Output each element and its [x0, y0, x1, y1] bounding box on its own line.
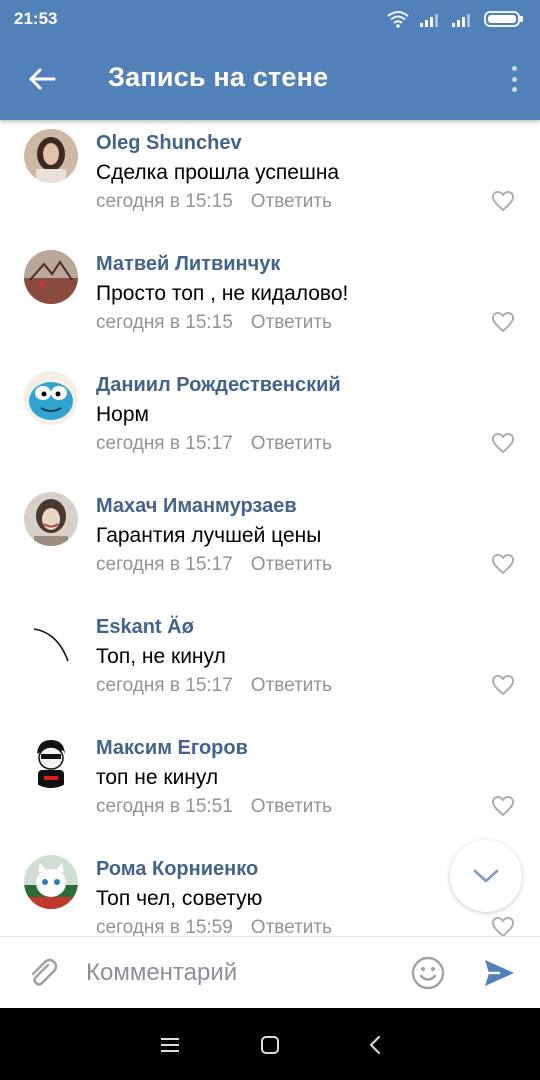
- comment-time: сегодня в 15:59: [96, 917, 233, 936]
- system-back-button[interactable]: [360, 1030, 390, 1060]
- heart-icon[interactable]: [491, 311, 515, 333]
- comment-author[interactable]: Матвей Литвинчук: [96, 253, 280, 276]
- avatar[interactable]: [24, 129, 78, 183]
- comment-input[interactable]: [86, 953, 386, 993]
- signal-icon: [420, 11, 442, 27]
- reply-button[interactable]: Ответить: [251, 675, 332, 696]
- more-options-button[interactable]: [506, 62, 522, 96]
- emoji-icon[interactable]: [411, 956, 445, 990]
- comment-time: сегодня в 15:17: [96, 554, 233, 575]
- avatar[interactable]: [24, 855, 78, 909]
- comment-author[interactable]: Oleg Shunchev: [96, 132, 242, 155]
- comment-meta: сегодня в 15:59 Ответить: [96, 917, 332, 936]
- menu-button[interactable]: [155, 1030, 185, 1060]
- avatar[interactable]: [24, 492, 78, 546]
- comment-meta: сегодня в 15:15 Ответить: [96, 312, 332, 334]
- reply-button[interactable]: Ответить: [251, 312, 332, 333]
- paperclip-icon[interactable]: [24, 955, 60, 991]
- scroll-down-button[interactable]: [450, 840, 522, 912]
- back-arrow-icon: [29, 68, 56, 90]
- comment-meta: сегодня в 15:17 Ответить: [96, 554, 332, 576]
- comment-meta: сегодня в 15:17 Ответить: [96, 433, 332, 455]
- comment-time: сегодня в 15:15: [96, 191, 233, 212]
- signal-icon: [452, 11, 474, 27]
- comment-text: Топ чел, советую: [96, 887, 263, 910]
- avatar[interactable]: [24, 613, 78, 667]
- heart-icon[interactable]: [491, 795, 515, 817]
- page-title: Запись на стене: [108, 62, 329, 92]
- comment-item: Матвей Литвинчук Просто топ , не кидалов…: [0, 241, 540, 362]
- comment-time: сегодня в 15:15: [96, 312, 233, 333]
- heart-icon[interactable]: [491, 432, 515, 454]
- chevron-down-icon: [473, 869, 499, 883]
- comment-meta: сегодня в 15:15 Ответить: [96, 191, 332, 213]
- menu-icon: [161, 1038, 179, 1052]
- comment-item: Даниил Рождественский Норм сегодня в 15:…: [0, 362, 540, 483]
- back-chevron-icon: [370, 1036, 380, 1054]
- comment-author[interactable]: Максим Егоров: [96, 737, 248, 760]
- reply-button[interactable]: Ответить: [251, 554, 332, 575]
- comment-text: Гарантия лучшей цены: [96, 524, 322, 547]
- comment-item: Eskant Äø Топ, не кинул сегодня в 15:17 О…: [0, 604, 540, 725]
- home-square-icon: [261, 1036, 279, 1054]
- comment-text: Просто топ , не кидалово!: [96, 282, 349, 305]
- comment-text: Норм: [96, 403, 149, 426]
- status-time: 21:53: [14, 9, 58, 28]
- comment-time: сегодня в 15:17: [96, 433, 233, 454]
- back-button[interactable]: [22, 59, 62, 99]
- comment-time: сегодня в 15:51: [96, 796, 233, 817]
- comment-meta: сегодня в 15:51 Ответить: [96, 796, 332, 818]
- comment-time: сегодня в 15:17: [96, 675, 233, 696]
- wifi-icon: [386, 10, 410, 28]
- status-icons: [386, 9, 524, 29]
- app-bar: Запись на стене: [0, 38, 540, 120]
- comment-text: топ не кинул: [96, 766, 219, 789]
- comment-text: Топ, не кинул: [96, 645, 226, 668]
- comment-item: Oleg Shunchev Сделка прошла успешна сего…: [0, 120, 540, 241]
- reply-button[interactable]: Ответить: [251, 917, 332, 936]
- avatar[interactable]: [24, 371, 78, 425]
- heart-icon[interactable]: [491, 916, 515, 936]
- comment-author[interactable]: Рома Корниенко: [96, 858, 258, 881]
- battery-icon: [484, 11, 524, 27]
- comment-text: Сделка прошла успешна: [96, 161, 340, 184]
- comment-composer: [0, 936, 540, 1008]
- comment-author[interactable]: Даниил Рождественский: [96, 374, 341, 397]
- reply-button[interactable]: Ответить: [251, 191, 332, 212]
- comment-item: Махач Иманмурзаев Гарантия лучшей цены с…: [0, 483, 540, 604]
- heart-icon[interactable]: [491, 190, 515, 212]
- comment-meta: сегодня в 15:17 Ответить: [96, 675, 332, 697]
- heart-icon[interactable]: [491, 674, 515, 696]
- more-vert-icon: [511, 66, 517, 71]
- comment-author[interactable]: Махач Иманмурзаев: [96, 495, 297, 518]
- reply-button[interactable]: Ответить: [251, 796, 332, 817]
- avatar[interactable]: [24, 250, 78, 304]
- status-bar: 21:53: [0, 0, 540, 38]
- home-button[interactable]: [255, 1030, 285, 1060]
- comment-item: Максим Егоров топ не кинул сегодня в 15:…: [0, 725, 540, 846]
- comments-list[interactable]: Oleg Shunchev Сделка прошла успешна сего…: [0, 120, 540, 936]
- avatar[interactable]: [24, 734, 78, 788]
- reply-button[interactable]: Ответить: [251, 433, 332, 454]
- heart-icon[interactable]: [491, 553, 515, 575]
- send-icon[interactable]: [482, 956, 516, 990]
- comment-author[interactable]: Eskant Äø: [96, 616, 194, 639]
- navigation-bar: [0, 1008, 540, 1080]
